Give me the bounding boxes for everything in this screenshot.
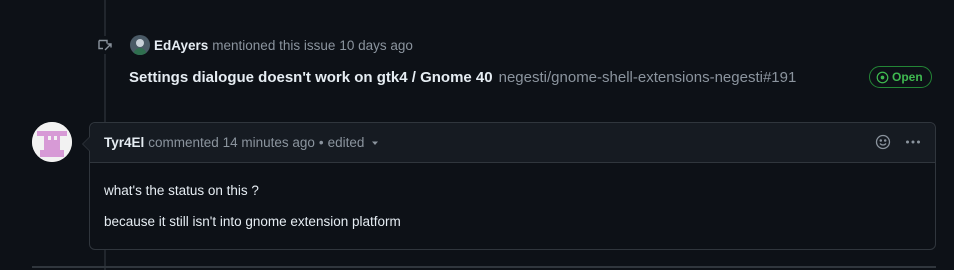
referenced-issue-ref[interactable]: negesti/gnome-shell-extensions-negesti#1… [499, 69, 797, 86]
comment-actions [875, 123, 921, 163]
triangle-down-icon[interactable] [370, 136, 380, 151]
kebab-horizontal-icon[interactable] [905, 134, 921, 153]
cross-reference-icon [96, 36, 114, 54]
meta-separator: • [318, 135, 324, 150]
comment-box: Tyr4El commented 14 minutes ago • edited [82, 122, 936, 250]
timeline-divider [32, 266, 936, 268]
status-label: Open [892, 70, 923, 84]
comment-paragraph: because it still isn't into gnome extens… [104, 214, 401, 229]
timeline-event: EdAyers mentioned this issue 10 days ago [130, 35, 413, 55]
event-time[interactable]: 10 days ago [339, 38, 413, 53]
edited-label[interactable]: edited [328, 135, 365, 150]
actor-name[interactable]: EdAyers [154, 38, 208, 53]
comment-paragraph: what's the status on this ? [104, 183, 259, 198]
comment-author[interactable]: Tyr4El [104, 135, 144, 150]
event-action: mentioned this issue [212, 37, 336, 53]
smiley-icon[interactable] [875, 134, 891, 153]
comment-meta[interactable]: commented 14 minutes ago [148, 135, 315, 150]
actor-avatar[interactable] [130, 35, 150, 55]
referenced-issue: Settings dialogue doesn't work on gtk4 /… [129, 66, 934, 88]
status-badge: Open [869, 66, 932, 88]
referenced-issue-title[interactable]: Settings dialogue doesn't work on gtk4 /… [129, 69, 493, 86]
issue-open-icon [876, 71, 889, 83]
comment-header: Tyr4El commented 14 minutes ago • edited [90, 123, 935, 163]
comment-body: what's the status on this ? because it s… [90, 163, 935, 229]
commenter-avatar[interactable] [32, 122, 72, 162]
